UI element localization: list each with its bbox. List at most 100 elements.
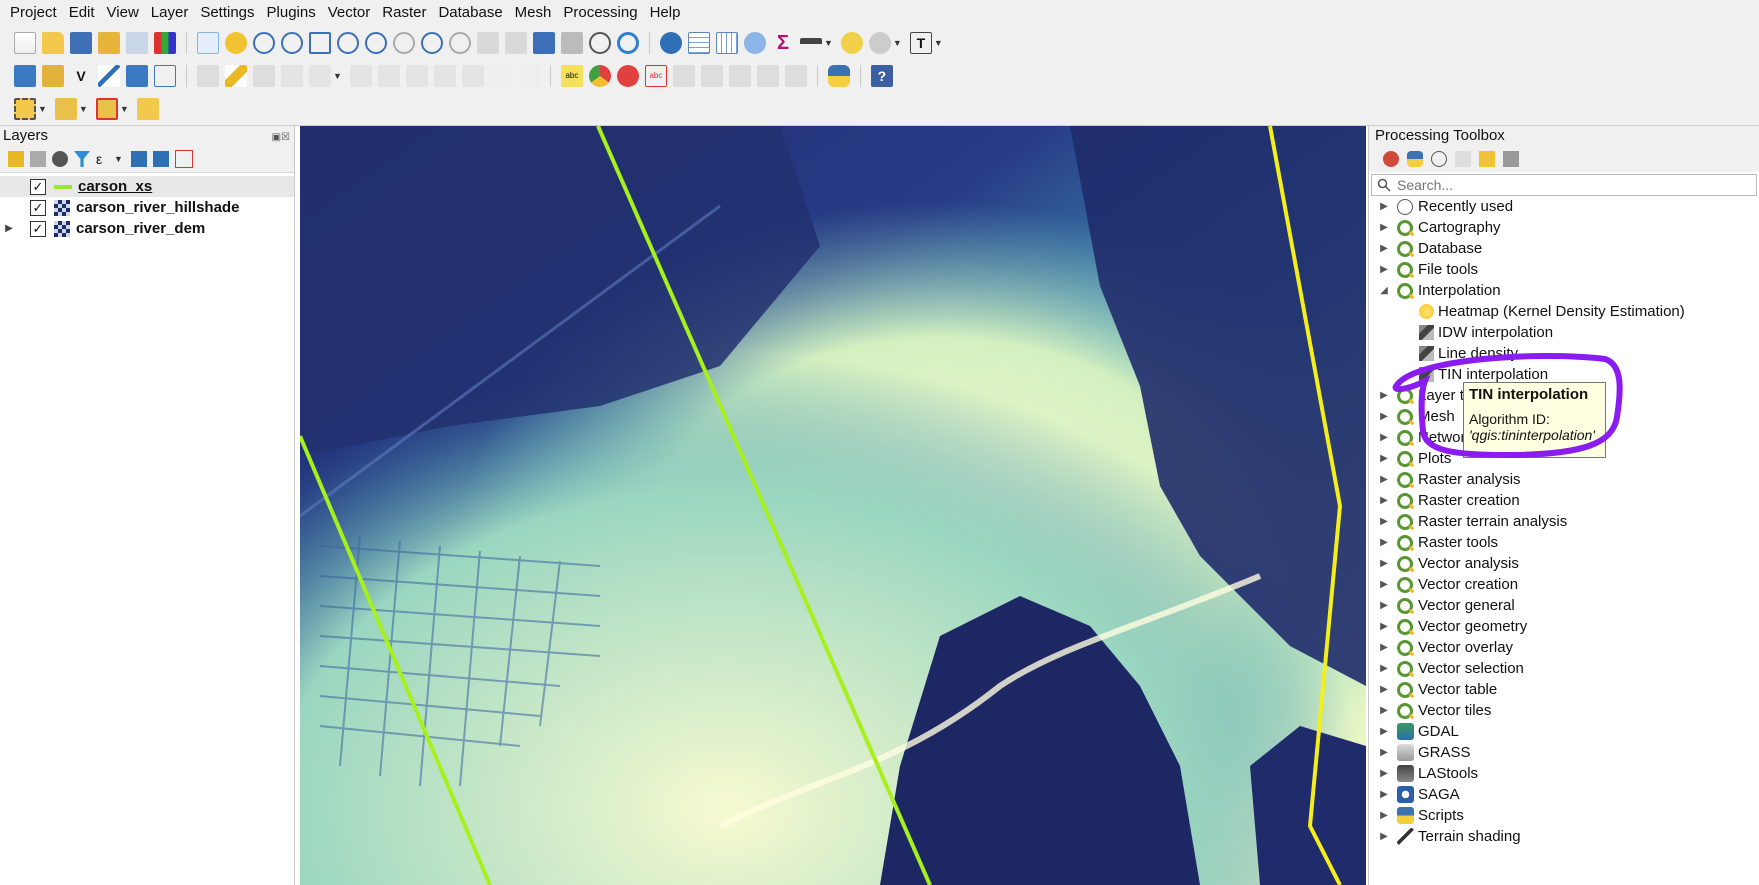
toolbox-group-vector-selection[interactable]: ▶Vector selection	[1369, 658, 1759, 679]
deselect-dropdown-icon[interactable]: ▼	[120, 104, 129, 114]
toolbox-group-recently-used[interactable]: ▶Recently used	[1369, 196, 1759, 217]
expand-arrow-icon[interactable]: ▶	[1375, 390, 1393, 401]
measure-dropdown-icon[interactable]: ▼	[824, 38, 833, 48]
toolbox-group-gdal[interactable]: ▶GDAL	[1369, 721, 1759, 742]
expand-arrow-icon[interactable]: ▶	[1375, 726, 1393, 737]
zoom-last-icon[interactable]	[421, 32, 443, 54]
toolbox-group-lastools[interactable]: ▶LAStools	[1369, 763, 1759, 784]
label-properties-icon[interactable]	[785, 65, 807, 87]
deselect-icon[interactable]	[96, 98, 118, 120]
expand-arrow-icon[interactable]: ▶	[1375, 474, 1393, 485]
layer-visibility-checkbox[interactable]: ✓	[30, 179, 46, 195]
move-label-icon[interactable]	[673, 65, 695, 87]
current-edits-icon[interactable]	[197, 65, 219, 87]
show-hide-labels-icon[interactable]	[757, 65, 779, 87]
scripts-icon[interactable]	[1407, 151, 1423, 167]
expand-arrow-icon[interactable]: ▶	[1375, 831, 1393, 842]
toolbox-group-vector-general[interactable]: ▶Vector general	[1369, 595, 1759, 616]
cut-icon[interactable]	[406, 65, 428, 87]
filter-expression-icon[interactable]: ε	[96, 151, 112, 167]
toolbox-group-terrain-shading[interactable]: ▶Terrain shading	[1369, 826, 1759, 847]
vertex-dropdown-icon[interactable]: ▼	[333, 71, 342, 81]
menu-view[interactable]: View	[101, 0, 145, 26]
filter-legend-icon[interactable]	[74, 151, 90, 167]
toolbox-group-database[interactable]: ▶Database	[1369, 238, 1759, 259]
menu-mesh[interactable]: Mesh	[509, 0, 558, 26]
redo-icon[interactable]	[518, 65, 540, 87]
edit-features-in-place-icon[interactable]	[1479, 151, 1495, 167]
menu-project[interactable]: Project	[4, 0, 63, 26]
identify-icon[interactable]	[660, 32, 682, 54]
expand-arrow-icon[interactable]: ▶	[2, 223, 16, 234]
toolbox-group-vector-analysis[interactable]: ▶Vector analysis	[1369, 553, 1759, 574]
toolbox-group-vector-geometry[interactable]: ▶Vector geometry	[1369, 616, 1759, 637]
toolbox-group-vector-tiles[interactable]: ▶Vector tiles	[1369, 700, 1759, 721]
toggle-editing-icon[interactable]	[225, 65, 247, 87]
algorithm-idw-interpolation[interactable]: IDW interpolation	[1369, 322, 1759, 343]
toolbox-group-scripts[interactable]: ▶Scripts	[1369, 805, 1759, 826]
zoom-native-icon[interactable]	[393, 32, 415, 54]
expand-arrow-icon[interactable]: ▶	[1375, 684, 1393, 695]
menu-settings[interactable]: Settings	[194, 0, 260, 26]
expand-arrow-icon[interactable]: ▶	[1375, 621, 1393, 632]
toolbox-group-vector-overlay[interactable]: ▶Vector overlay	[1369, 637, 1759, 658]
toolbox-group-vector-table[interactable]: ▶Vector table	[1369, 679, 1759, 700]
refresh-icon[interactable]	[617, 32, 639, 54]
toolbox-group-grass[interactable]: ▶GRASS	[1369, 742, 1759, 763]
expand-arrow-icon[interactable]: ▶	[1375, 705, 1393, 716]
expand-arrow-icon[interactable]: ▶	[1375, 789, 1393, 800]
layer-row[interactable]: ✓carson_xs	[0, 176, 294, 197]
measure-icon[interactable]	[800, 38, 822, 48]
temporal-icon[interactable]	[589, 32, 611, 54]
toolbox-group-saga[interactable]: ▶SAGA	[1369, 784, 1759, 805]
manage-visibility-icon[interactable]	[52, 151, 68, 167]
pan-to-selection-icon[interactable]	[225, 32, 247, 54]
expand-arrow-icon[interactable]: ▶	[1375, 768, 1393, 779]
annotation-dropdown-icon[interactable]: ▼	[893, 38, 902, 48]
data-source-manager-icon[interactable]	[14, 65, 36, 87]
expand-arrow-icon[interactable]: ▶	[1375, 243, 1393, 254]
toolbox-group-raster-creation[interactable]: ▶Raster creation	[1369, 490, 1759, 511]
open-project-icon[interactable]	[42, 32, 64, 54]
digitize-icon[interactable]	[98, 65, 120, 87]
virtual-layer-icon[interactable]: V	[70, 65, 92, 87]
zoom-layer-icon[interactable]	[365, 32, 387, 54]
pin-labels-icon[interactable]: abc	[645, 65, 667, 87]
toolbox-group-raster-tools[interactable]: ▶Raster tools	[1369, 532, 1759, 553]
menu-database[interactable]: Database	[432, 0, 508, 26]
layer-row[interactable]: ▶✓carson_river_dem	[0, 218, 294, 239]
label-toolbar-icon[interactable]: abc	[561, 65, 583, 87]
expand-arrow-icon[interactable]: ▶	[1375, 642, 1393, 653]
diagram-icon[interactable]	[589, 65, 611, 87]
style-manager-icon[interactable]	[154, 32, 176, 54]
expand-arrow-icon[interactable]: ▶	[1375, 411, 1393, 422]
delete-icon[interactable]	[378, 65, 400, 87]
python-console-icon[interactable]	[828, 65, 850, 87]
menu-plugins[interactable]: Plugins	[261, 0, 322, 26]
layer-row[interactable]: ✓carson_river_hillshade	[0, 197, 294, 218]
help-icon[interactable]: ?	[871, 65, 893, 87]
layer-visibility-checkbox[interactable]: ✓	[30, 221, 46, 237]
search-input[interactable]	[1395, 176, 1729, 194]
expand-arrow-icon[interactable]: ▶	[1375, 264, 1393, 275]
menu-raster[interactable]: Raster	[376, 0, 432, 26]
expand-arrow-icon[interactable]: ▶	[1375, 747, 1393, 758]
print-layout-icon[interactable]	[126, 32, 148, 54]
select-location-icon[interactable]	[137, 98, 159, 120]
expand-arrow-icon[interactable]: ▶	[1375, 432, 1393, 443]
toolbox-group-interpolation[interactable]: ◢Interpolation	[1369, 280, 1759, 301]
algorithm-line-density[interactable]: Line density	[1369, 343, 1759, 364]
layer-properties-icon[interactable]	[154, 65, 176, 87]
remove-layer-icon[interactable]	[175, 150, 193, 168]
highlight-pinned-icon[interactable]	[617, 65, 639, 87]
toolbox-group-raster-analysis[interactable]: ▶Raster analysis	[1369, 469, 1759, 490]
copy-icon[interactable]	[434, 65, 456, 87]
save-project-icon[interactable]	[70, 32, 92, 54]
toolbox-group-cartography[interactable]: ▶Cartography	[1369, 217, 1759, 238]
change-label-icon[interactable]	[729, 65, 751, 87]
collapse-all-icon[interactable]	[153, 151, 169, 167]
add-feature-icon[interactable]	[281, 65, 303, 87]
modify-attributes-icon[interactable]	[350, 65, 372, 87]
zoom-next-icon[interactable]	[449, 32, 471, 54]
expand-arrow-icon[interactable]: ▶	[1375, 600, 1393, 611]
